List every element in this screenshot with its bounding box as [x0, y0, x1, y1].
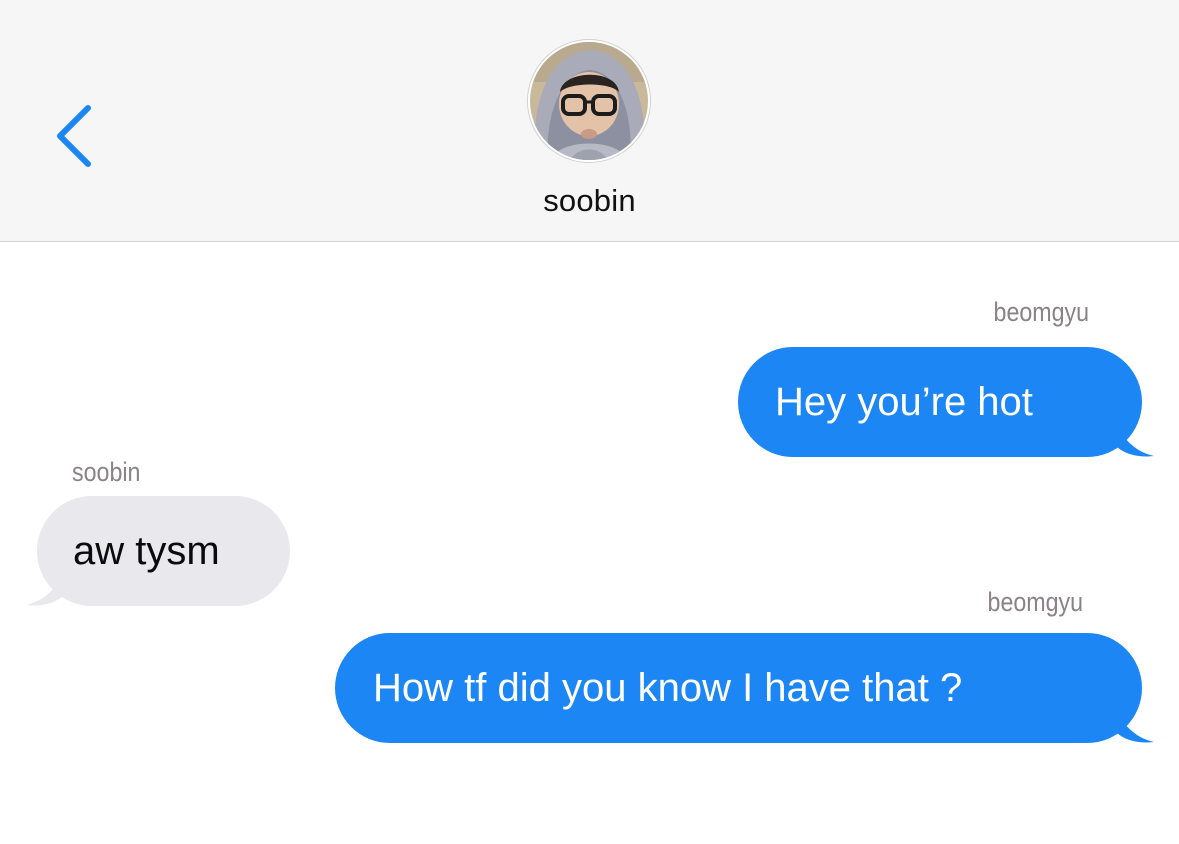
bubble-tail	[1116, 710, 1154, 743]
avatar[interactable]	[528, 40, 650, 162]
message-bubble-outgoing[interactable]: Hey you’re hot	[738, 347, 1142, 457]
message-bubble-incoming[interactable]: aw tysm	[37, 496, 290, 606]
sender-label: beomgyu	[987, 587, 1083, 617]
message-text: aw tysm	[73, 528, 220, 573]
sender-label: beomgyu	[993, 297, 1089, 327]
message-bubble-outgoing[interactable]: How tf did you know I have that ?	[335, 633, 1142, 743]
messages-screen: soobin beomgyu Hey you’re hot soobin aw …	[0, 0, 1179, 844]
back-button[interactable]	[44, 96, 104, 176]
message-text: How tf did you know I have that ?	[373, 665, 963, 710]
bubble-tail	[26, 573, 64, 606]
contact-name[interactable]: soobin	[0, 183, 1179, 219]
chevron-left-icon	[57, 105, 91, 167]
sender-label: soobin	[72, 457, 141, 487]
bubble-tail	[1116, 424, 1154, 457]
message-text: Hey you’re hot	[775, 379, 1033, 424]
conversation-header: soobin	[0, 0, 1179, 242]
